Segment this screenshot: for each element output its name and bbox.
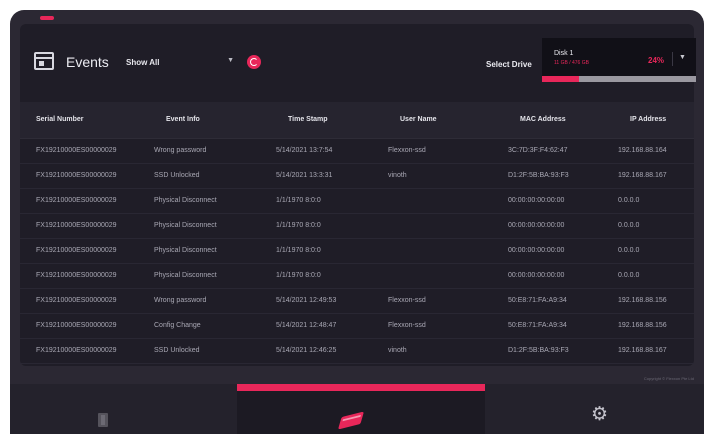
drive-usage-bar [542,76,696,82]
cell-mac-address: 50:E8:71:FA:A9:34 [492,288,602,314]
chevron-down-icon: ▼ [227,57,234,64]
column-header-time-stamp[interactable]: Time Stamp [260,102,372,139]
cell-user-name: vinoth [372,338,492,364]
cell-time-stamp: 5/14/2021 12:49:53 [260,288,372,314]
cell-mac-address: D1:2F:5B:BA:93:F3 [492,338,602,364]
cell-serial-number: FX19210000ES00000029 [20,263,138,289]
cell-user-name: Flexxon-ssd [372,288,492,314]
event-filter-select[interactable]: Show All ▼ [126,54,238,72]
cell-serial-number: FX19210000ES00000029 [20,163,138,189]
cell-user-name [372,238,492,264]
cell-ip-address: 192.168.88.164 [602,138,694,164]
tab-events[interactable] [237,384,485,434]
copyright-text: Copyright © Flexxon Pte Ltd [643,376,694,381]
drive-usage-fill [542,76,579,82]
cell-serial-number: FX19210000ES00000029 [20,213,138,239]
cell-time-stamp: 1/1/1970 8:0:0 [260,263,372,289]
cell-time-stamp: 5/14/2021 12:48:47 [260,313,372,339]
column-header-mac-address[interactable]: MAC Address [492,102,602,139]
drive-icon [98,413,108,427]
table-row[interactable]: FX19210000ES00000029 Physical Disconnect 1… [20,263,694,289]
column-header-event-info[interactable]: Event Info [138,102,260,139]
table-row[interactable]: FX19210000ES00000029 Physical Disconnect 1… [20,213,694,239]
cell-ip-address: 0.0.0.0 [602,263,694,289]
cell-ip-address: 192.168.88.156 [602,313,694,339]
cell-user-name [372,263,492,289]
events-book-icon [337,411,365,430]
cell-serial-number: FX19210000ES00000029 [20,338,138,364]
cell-user-name [372,213,492,239]
events-header: Events Show All ▼ Select Drive Disk 1 11… [20,24,696,102]
cell-event-info: Wrong password [138,138,260,164]
table-row[interactable]: FX19210000ES00000029 Wrong password 5/14/2… [20,288,694,314]
cell-user-name: Flexxon-ssd [372,138,492,164]
cell-event-info: Physical Disconnect [138,213,260,239]
cell-event-info: Physical Disconnect [138,263,260,289]
events-panel: Events Show All ▼ Select Drive Disk 1 11… [20,24,696,366]
cell-ip-address: 0.0.0.0 [602,188,694,214]
table-row[interactable]: FX19210000ES00000029 Config Change 5/14/20… [20,313,694,339]
cell-serial-number: FX19210000ES00000029 [20,188,138,214]
cell-user-name: vinoth [372,163,492,189]
cell-serial-number: FX19210000ES00000029 [20,288,138,314]
cell-serial-number: FX19210000ES00000029 [20,138,138,164]
drive-selector[interactable]: Disk 1 11 GB / 476 GB 24% ▼ [542,38,696,82]
table-body: FX19210000ES00000029 Wrong password 5/14/2… [20,138,694,364]
page-title: Events [66,54,109,70]
cell-event-info: Wrong password [138,288,260,314]
cell-time-stamp: 5/14/2021 13:7:54 [260,138,372,164]
table-row[interactable]: FX19210000ES00000029 Physical Disconnect 1… [20,238,694,264]
drive-size: 11 GB / 476 GB [554,60,589,66]
cell-event-info: SSD Unlocked [138,163,260,189]
cell-ip-address: 192.168.88.156 [602,288,694,314]
accent-mark [40,16,54,20]
cell-event-info: Physical Disconnect [138,238,260,264]
table-row[interactable]: FX19210000ES00000029 Physical Disconnect 1… [20,188,694,214]
column-header-serial-number[interactable]: Serial Number [20,102,138,139]
cell-ip-address: 0.0.0.0 [602,213,694,239]
bottom-nav: ⚙ [10,384,704,434]
cell-time-stamp: 1/1/1970 8:0:0 [260,238,372,264]
cell-mac-address: 00:00:00:00:00:00 [492,238,602,264]
cell-mac-address: 3C:7D:3F:F4:62:47 [492,138,602,164]
app-window: Events Show All ▼ Select Drive Disk 1 11… [10,10,704,434]
select-drive-label: Select Drive [486,60,532,69]
divider [672,52,673,66]
table-header-row: Serial Number Event Info Time Stamp User… [20,102,694,139]
cell-time-stamp: 5/14/2021 13:3:31 [260,163,372,189]
cell-mac-address: 00:00:00:00:00:00 [492,188,602,214]
tab-settings[interactable]: ⚙ [485,384,704,434]
refresh-icon[interactable] [247,55,261,69]
drive-name: Disk 1 [554,50,574,57]
cell-event-info: Physical Disconnect [138,188,260,214]
cell-time-stamp: 1/1/1970 8:0:0 [260,188,372,214]
cell-mac-address: D1:2F:5B:BA:93:F3 [492,163,602,189]
drive-usage-percent: 24% [648,56,665,65]
chevron-down-icon[interactable]: ▼ [679,54,686,61]
column-header-ip-address[interactable]: IP Address [602,102,694,139]
cell-ip-address: 192.168.88.167 [602,163,694,189]
cell-mac-address: 00:00:00:00:00:00 [492,263,602,289]
cell-user-name: Flexxon-ssd [372,313,492,339]
cell-mac-address: 00:00:00:00:00:00 [492,213,602,239]
cell-ip-address: 0.0.0.0 [602,238,694,264]
cell-user-name [372,188,492,214]
cell-event-info: SSD Unlocked [138,338,260,364]
gear-icon: ⚙ [591,403,609,425]
table-row[interactable]: FX19210000ES00000029 SSD Unlocked 5/14/202… [20,163,694,189]
cell-serial-number: FX19210000ES00000029 [20,238,138,264]
table-row[interactable]: FX19210000ES00000029 SSD Unlocked 5/14/202… [20,338,694,364]
column-header-user-name[interactable]: User Name [372,102,492,139]
cell-time-stamp: 1/1/1970 8:0:0 [260,213,372,239]
table-row[interactable]: FX19210000ES00000029 Wrong password 5/14/2… [20,138,694,164]
cell-mac-address: 50:E8:71:FA:A9:34 [492,313,602,339]
cell-ip-address: 192.168.88.167 [602,338,694,364]
filter-value: Show All [126,58,160,67]
cell-time-stamp: 5/14/2021 12:46:25 [260,338,372,364]
tab-drive[interactable] [10,384,237,434]
cell-event-info: Config Change [138,313,260,339]
cell-serial-number: FX19210000ES00000029 [20,313,138,339]
events-icon [34,52,54,70]
events-table: Serial Number Event Info Time Stamp User… [20,102,694,364]
